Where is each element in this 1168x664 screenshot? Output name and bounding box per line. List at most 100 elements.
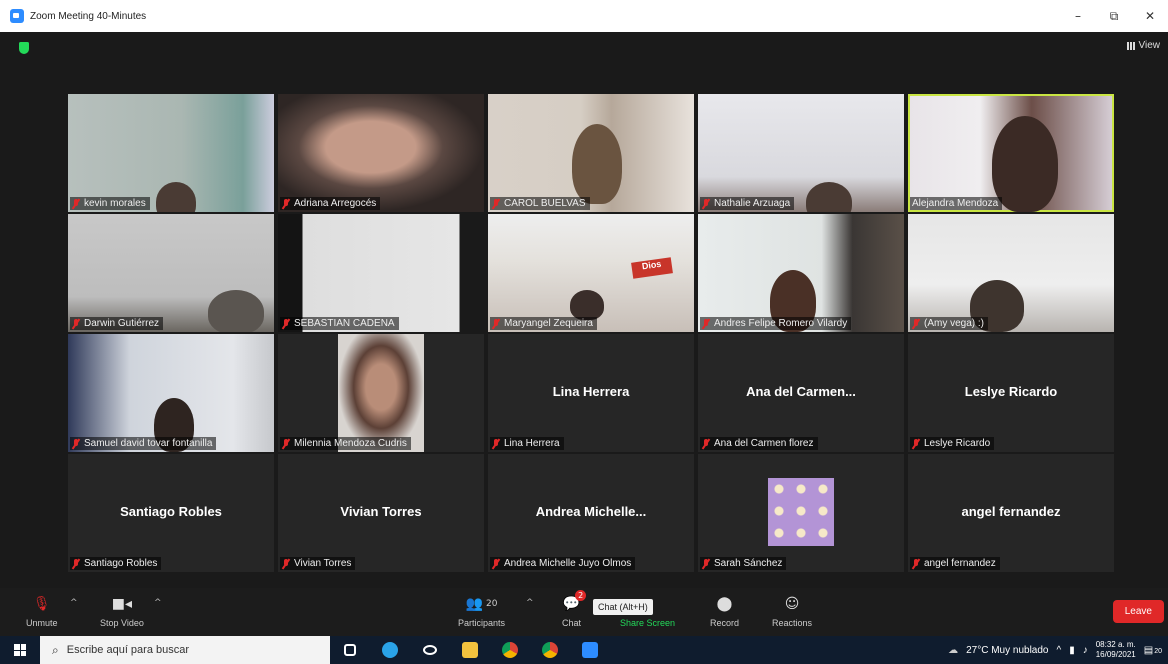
zoom-app-icon[interactable] xyxy=(570,636,610,664)
participants-options-caret-icon[interactable]: ^ xyxy=(526,598,534,608)
microphone-muted-icon: 🎙 xyxy=(32,596,51,612)
participants-count: 20 xyxy=(486,599,498,609)
participant-name: Lina Herrera xyxy=(504,438,560,449)
participant-name: Adriana Arregocés xyxy=(294,198,377,209)
view-label: View xyxy=(1138,40,1161,51)
video-tile[interactable]: Adriana Arregocés xyxy=(278,94,484,212)
participant-name: Maryangel Zequeira xyxy=(504,318,593,329)
participant-display-name: angel fernandez xyxy=(961,504,1061,519)
participant-name: SEBASTIAN CADENA xyxy=(294,318,395,329)
video-camera-icon: ■◂ xyxy=(111,596,133,612)
participant-name-tag: Alejandra Mendoza xyxy=(910,197,1003,210)
video-tile[interactable]: kevin morales xyxy=(68,94,274,212)
mic-muted-icon xyxy=(72,438,80,449)
participant-name-tag: SEBASTIAN CADENA xyxy=(280,317,399,330)
participant-video xyxy=(806,182,852,212)
audio-options-caret-icon[interactable]: ^ xyxy=(70,598,78,608)
record-button[interactable]: ⬤ Record xyxy=(710,594,739,628)
participant-name-tag: CAROL BUELVAS xyxy=(490,197,590,210)
participants-icon: 👥 20 xyxy=(465,596,498,612)
notification-center-icon[interactable]: ▤20 xyxy=(1144,645,1162,656)
participants-button[interactable]: 👥 20 Participants xyxy=(458,594,505,628)
clock[interactable]: 08:32 a. m. 16/09/2021 xyxy=(1096,640,1136,660)
video-tile[interactable]: Samuel david tovar fontanilla xyxy=(68,334,274,452)
participant-name-tag: angel fernandez xyxy=(910,557,1000,570)
mic-muted-icon xyxy=(912,558,920,569)
stop-video-label: Stop Video xyxy=(100,618,144,628)
volume-icon[interactable]: ♪ xyxy=(1083,645,1088,656)
video-tile-off[interactable]: Leslye Ricardo Leslye Ricardo xyxy=(908,334,1114,452)
start-button[interactable] xyxy=(0,636,40,664)
participant-name: Sarah Sánchez xyxy=(714,558,783,569)
participant-display-name: Andrea Michelle... xyxy=(535,504,647,519)
stop-video-button[interactable]: ■◂ Stop Video xyxy=(100,594,144,628)
unmute-button[interactable]: 🎙 Unmute xyxy=(26,594,58,628)
network-icon[interactable]: ▮ xyxy=(1069,645,1075,656)
mic-muted-icon xyxy=(702,318,710,329)
participant-display-name: Vivian Torres xyxy=(340,504,422,519)
video-options-caret-icon[interactable]: ^ xyxy=(154,598,162,608)
video-tile[interactable]: CAROL BUELVAS xyxy=(488,94,694,212)
minimize-button[interactable]: – xyxy=(1060,0,1096,32)
task-view-icon[interactable] xyxy=(330,636,370,664)
video-tile-off[interactable]: Sarah Sánchez xyxy=(698,454,904,572)
leave-button[interactable]: Leave xyxy=(1112,600,1164,623)
mic-muted-icon xyxy=(282,558,290,569)
weather-text[interactable]: 27°C Muy nublado xyxy=(966,645,1048,656)
chat-button[interactable]: 💬 2 Chat xyxy=(562,590,587,628)
video-tile-off[interactable]: Lina Herrera Lina Herrera xyxy=(488,334,694,452)
video-tile-off[interactable]: angel fernandez angel fernandez xyxy=(908,454,1114,572)
video-tile[interactable]: Nathalie Arzuaga xyxy=(698,94,904,212)
participant-name-tag: Ana del Carmen florez xyxy=(700,437,818,450)
clock-time: 08:32 a. m. xyxy=(1095,640,1136,649)
participant-name: Alejandra Mendoza xyxy=(912,198,999,209)
mic-muted-icon xyxy=(912,318,920,329)
video-tile-active-speaker[interactable]: Alejandra Mendoza xyxy=(908,94,1114,212)
participant-name-tag: Andres Felipe Romero Vilardy xyxy=(700,317,852,330)
shield-icon[interactable] xyxy=(19,42,29,54)
participant-name-tag: (Amy vega) :) xyxy=(910,317,989,330)
window-title: Zoom Meeting 40-Minutes xyxy=(30,10,147,22)
participant-name: Vivian Torres xyxy=(294,558,352,569)
participant-name: CAROL BUELVAS xyxy=(504,198,586,209)
participant-name-tag: Vivian Torres xyxy=(280,557,356,570)
participant-name: Andrea Michelle Juyo Olmos xyxy=(504,558,632,569)
view-button[interactable]: View xyxy=(1126,40,1161,51)
video-tile[interactable]: SEBASTIAN CADENA xyxy=(278,214,484,332)
video-tile-off[interactable]: Andrea Michelle... Andrea Michelle Juyo … xyxy=(488,454,694,572)
video-tile-off[interactable]: Ana del Carmen... Ana del Carmen florez xyxy=(698,334,904,452)
close-button[interactable]: ✕ xyxy=(1132,0,1168,32)
taskbar-search[interactable]: ⌕ Escribe aquí para buscar xyxy=(40,636,330,664)
video-tile[interactable]: Dios Maryangel Zequeira xyxy=(488,214,694,332)
notification-count: 20 xyxy=(1154,647,1162,655)
chrome-icon[interactable] xyxy=(490,636,530,664)
file-explorer-icon[interactable] xyxy=(450,636,490,664)
edge-browser-icon[interactable] xyxy=(370,636,410,664)
participant-video xyxy=(572,124,622,204)
chrome-alt-icon[interactable] xyxy=(530,636,570,664)
mic-muted-icon xyxy=(72,318,80,329)
video-tile-off[interactable]: Vivian Torres Vivian Torres xyxy=(278,454,484,572)
video-tile[interactable]: (Amy vega) :) xyxy=(908,214,1114,332)
mic-muted-icon xyxy=(702,438,710,449)
video-tile-off[interactable]: Santiago Robles Santiago Robles xyxy=(68,454,274,572)
participant-name: Darwin Gutiérrez xyxy=(84,318,160,329)
reactions-button[interactable]: ☺ Reactions xyxy=(772,594,812,628)
participant-display-name: Ana del Carmen... xyxy=(746,384,856,399)
restore-button[interactable]: ⧉ xyxy=(1096,0,1132,32)
reactions-icon: ☺ xyxy=(784,596,800,612)
participant-name-tag: Sarah Sánchez xyxy=(700,557,787,570)
mic-muted-icon xyxy=(702,198,710,209)
tray-overflow-icon[interactable]: ^ xyxy=(1056,645,1061,656)
participant-name-tag: Nathalie Arzuaga xyxy=(700,197,795,210)
participant-name-tag: Santiago Robles xyxy=(70,557,162,570)
chat-icon: 💬 2 xyxy=(563,590,587,614)
participant-name: Milennia Mendoza Cudris xyxy=(294,438,407,449)
video-tile[interactable]: Milennia Mendoza Cudris xyxy=(278,334,484,452)
participant-name-tag: Adriana Arregocés xyxy=(280,197,381,210)
mic-muted-icon xyxy=(282,198,290,209)
video-tile[interactable]: Darwin Gutiérrez xyxy=(68,214,274,332)
app-loop-icon[interactable] xyxy=(410,636,450,664)
video-tile[interactable]: Andres Felipe Romero Vilardy xyxy=(698,214,904,332)
zoom-logo-icon xyxy=(10,9,24,23)
